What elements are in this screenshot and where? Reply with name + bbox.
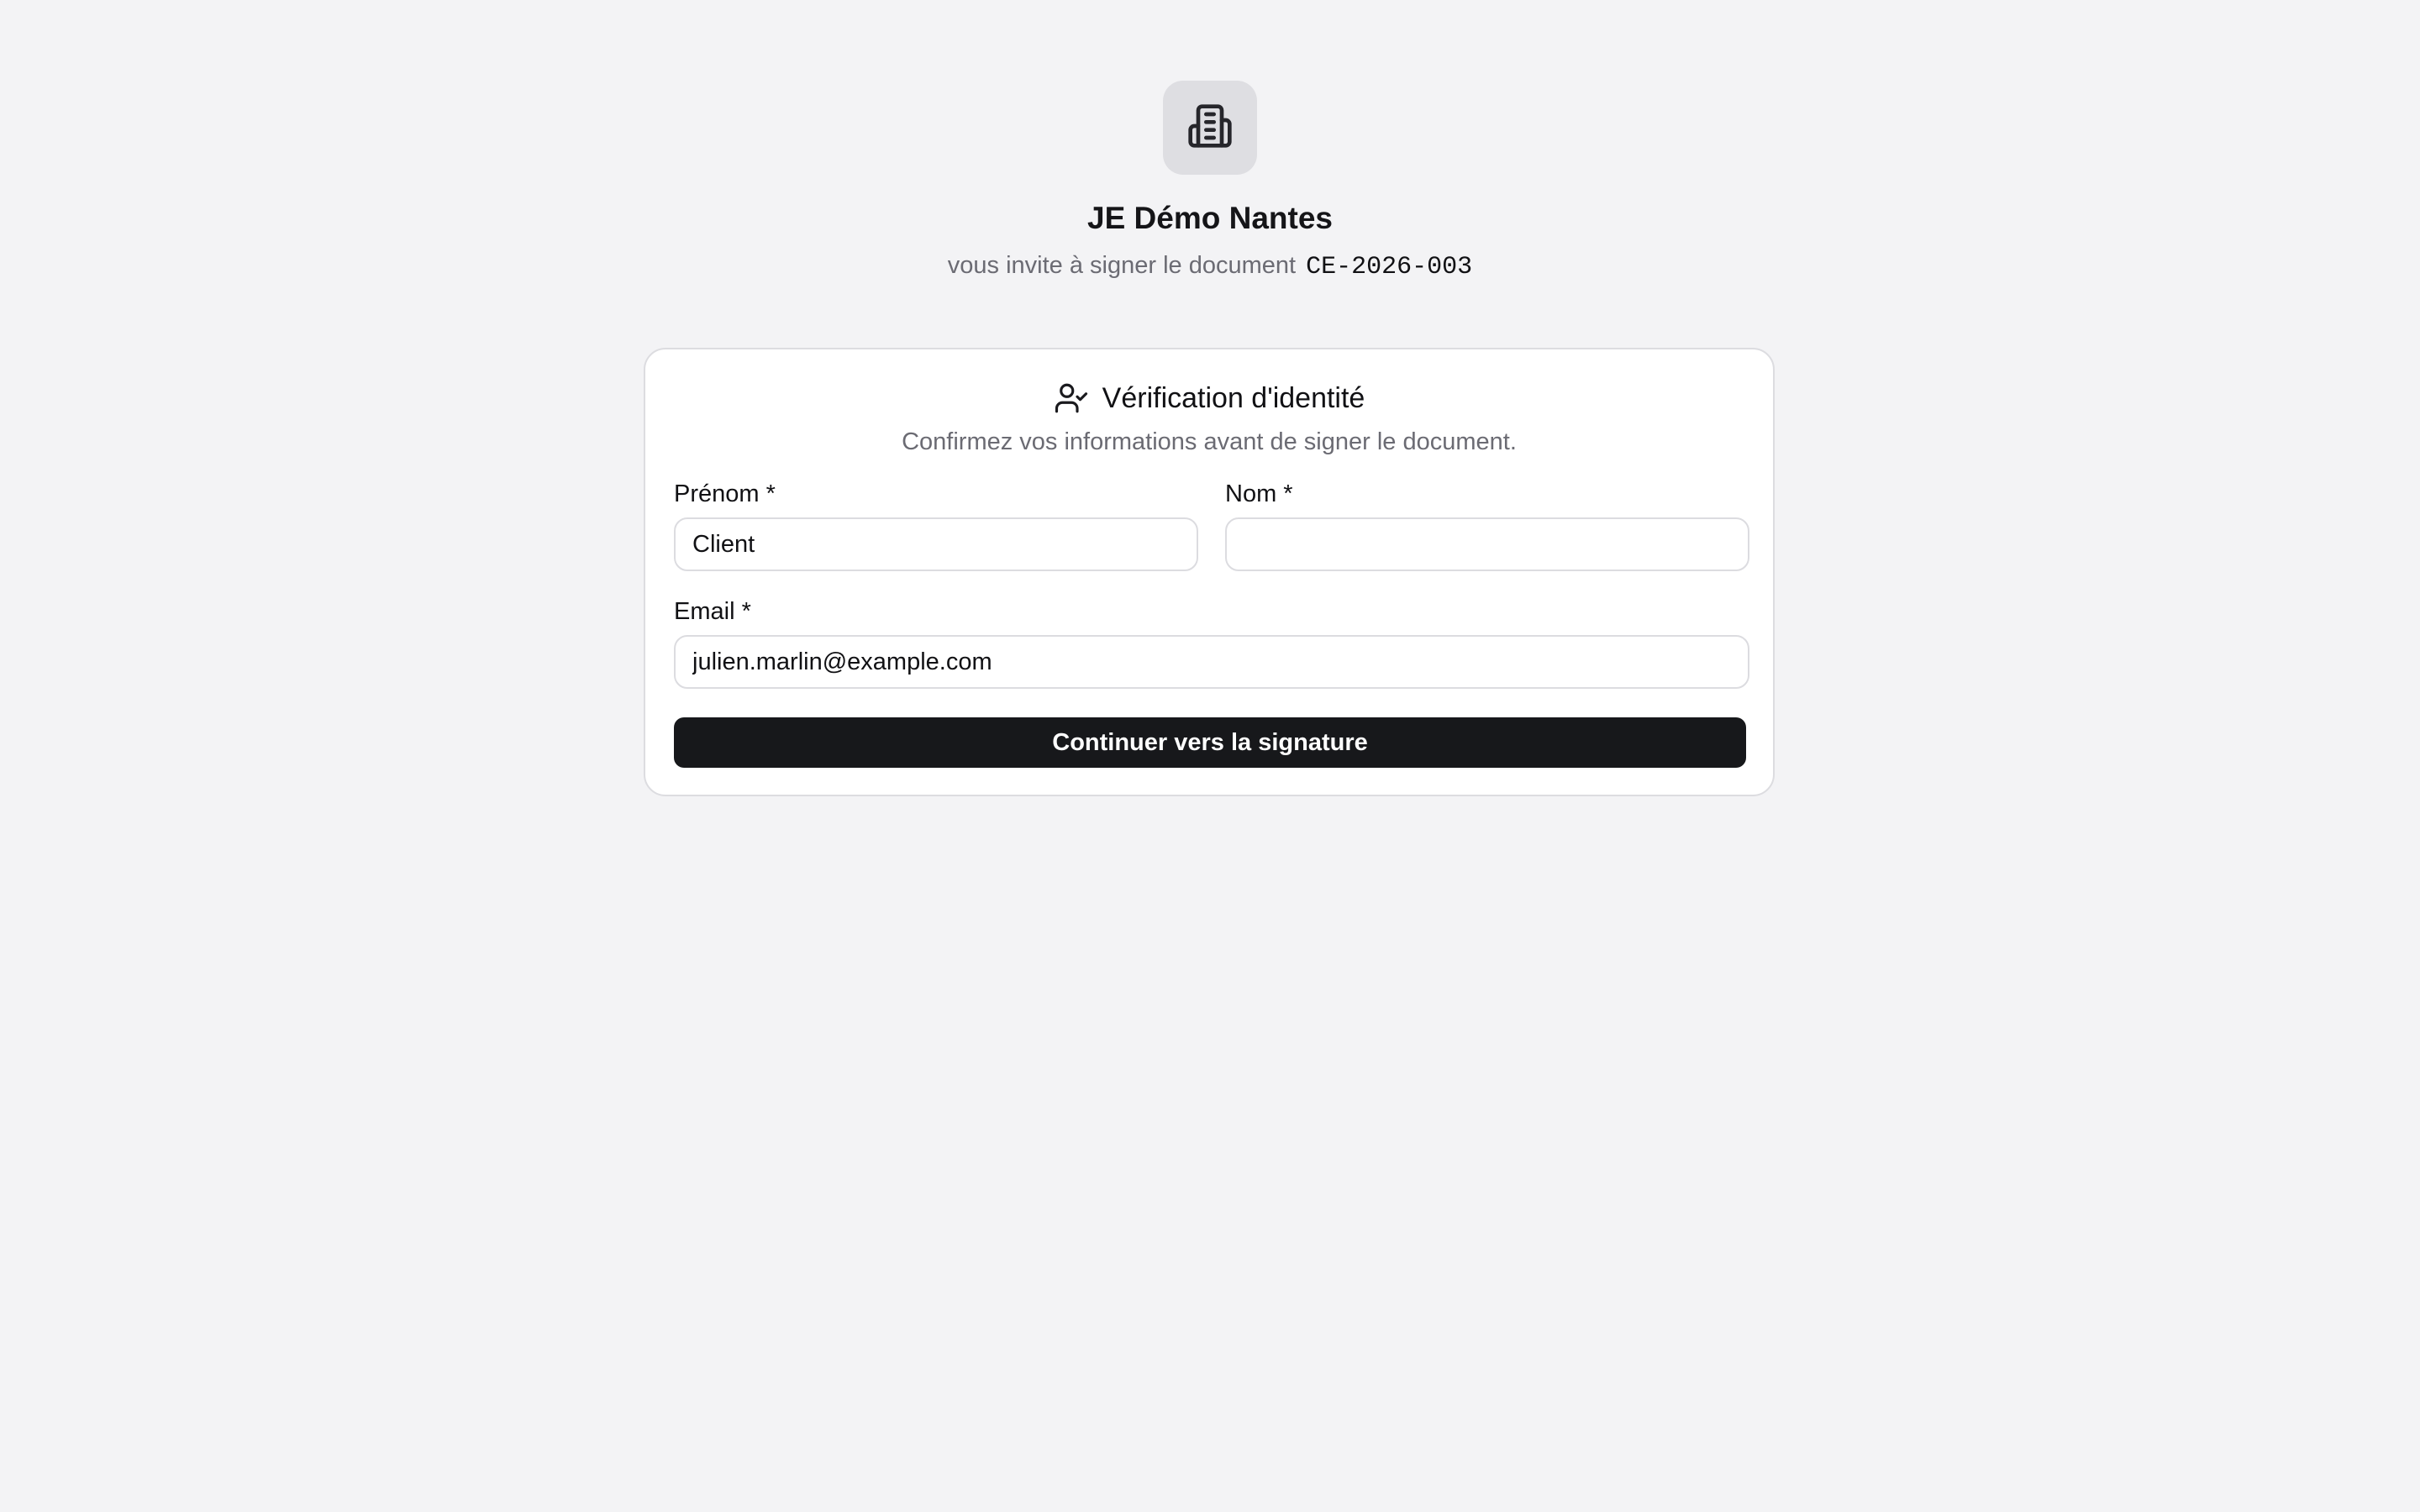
continue-to-signature-button[interactable]: Continuer vers la signature <box>674 717 1746 768</box>
invite-line: vous invite à signer le document CE-2026… <box>0 245 2420 287</box>
email-label: Email * <box>674 598 751 625</box>
card-title: Vérification d'identité <box>645 375 1773 422</box>
user-check-icon <box>1054 381 1089 416</box>
last-name-label: Nom * <box>1225 480 1293 507</box>
card-subtitle: Confirmez vos informations avant de sign… <box>902 428 1517 455</box>
last-name-input[interactable] <box>1225 517 1749 571</box>
building-icon <box>1186 102 1234 154</box>
email-input[interactable] <box>674 635 1749 689</box>
invite-text: vous invite à signer le document <box>947 252 1297 279</box>
organization-logo <box>1163 81 1257 175</box>
first-name-input[interactable] <box>674 517 1198 571</box>
identity-verification-card: Vérification d'identité Confirmez vos in… <box>644 348 1775 796</box>
document-reference: CE-2026-003 <box>1306 253 1473 281</box>
organization-name: JE Démo Nantes <box>1087 201 1333 235</box>
card-title-text: Vérification d'identité <box>1102 382 1365 414</box>
first-name-label: Prénom * <box>674 480 776 507</box>
